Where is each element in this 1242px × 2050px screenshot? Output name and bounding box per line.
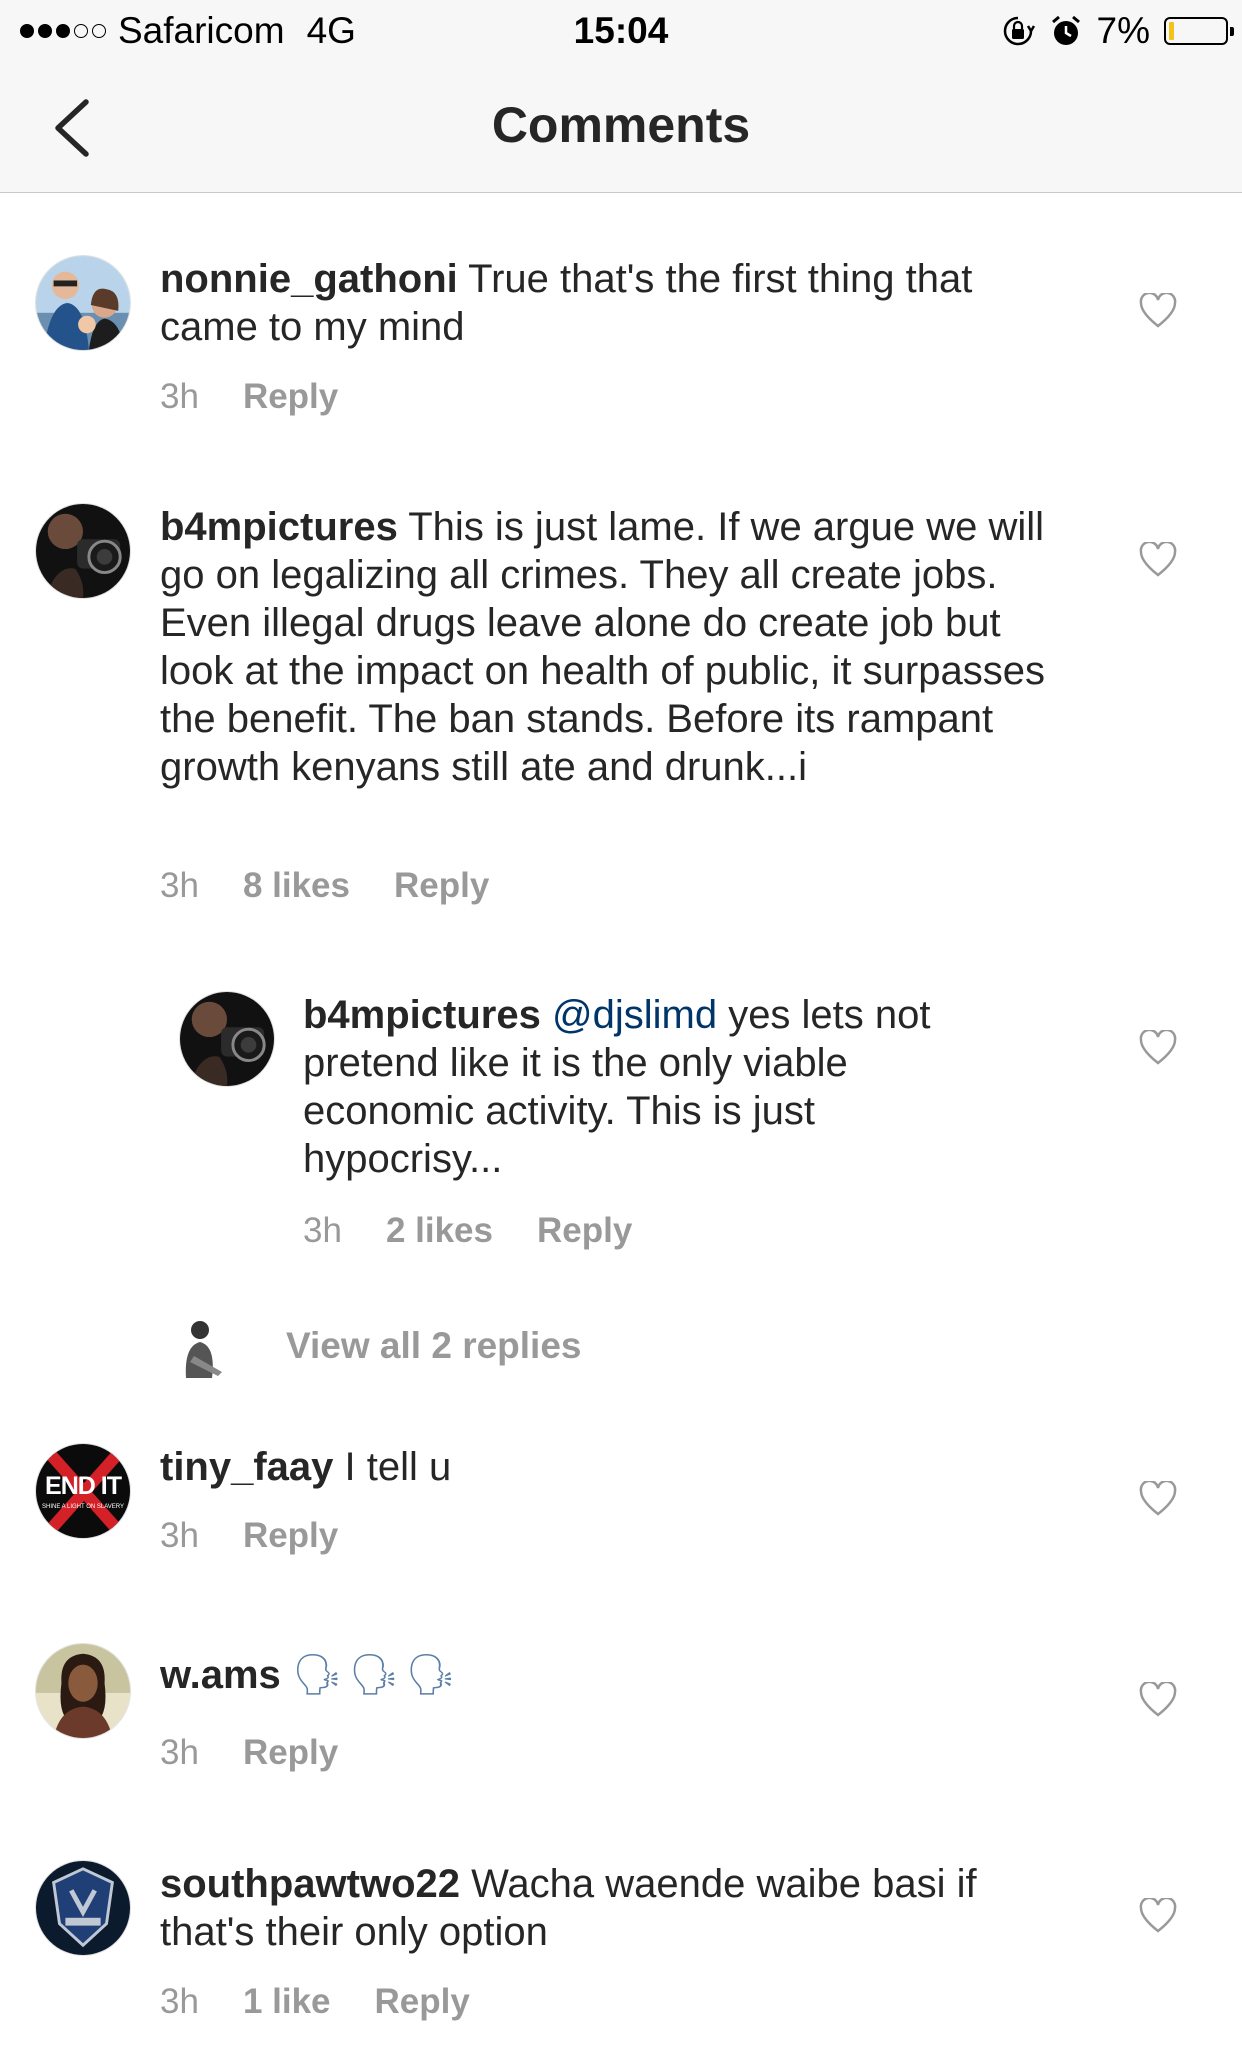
reply-button[interactable]: Reply [537, 1211, 632, 1251]
avatar[interactable] [179, 991, 275, 1087]
heart-icon[interactable] [1139, 542, 1177, 578]
comment-username[interactable]: b4mpictures [160, 505, 398, 549]
mention-link[interactable]: @djslimd [552, 993, 717, 1037]
page-title: Comments [491, 97, 751, 153]
nav-bar: Comments [0, 62, 1242, 193]
comment-time: 3h [160, 1733, 199, 1772]
comment-username[interactable]: southpawtwo22 [160, 1862, 460, 1906]
comment-time: 3h [160, 866, 199, 905]
comment-username[interactable]: tiny_faay [160, 1445, 333, 1489]
comment-time: 3h [160, 1982, 199, 2021]
comment-time: 3h [160, 377, 199, 416]
comment-time: 3h [303, 1211, 342, 1250]
likes-count[interactable]: 8 likes [243, 866, 350, 906]
heart-icon[interactable] [1139, 1682, 1177, 1718]
replier-avatar-icon [185, 1321, 222, 1378]
avatar[interactable] [35, 1860, 131, 1956]
avatar[interactable]: END IT SHINE A LIGHT ON SLAVERY [35, 1443, 131, 1539]
reply-button[interactable]: Reply [243, 1516, 338, 1556]
endit-logo-text: END IT [45, 1472, 122, 1500]
avatar[interactable] [35, 255, 131, 351]
comment-time: 3h [160, 1516, 199, 1555]
status-bar: Safaricom 4G 15:04 7% [0, 0, 1242, 62]
comment-username[interactable]: w.ams [160, 1653, 281, 1697]
heart-icon[interactable] [1139, 1898, 1177, 1934]
reply-button[interactable]: Reply [243, 377, 338, 417]
comment-text: I tell u [344, 1445, 452, 1489]
view-all-replies-link[interactable]: View all 2 replies [286, 1325, 582, 1367]
avatar[interactable] [35, 503, 131, 599]
heart-icon[interactable] [1139, 293, 1177, 329]
battery-percent: 7% [1096, 10, 1150, 51]
heart-icon[interactable] [1139, 1030, 1177, 1066]
reply-button[interactable]: Reply [394, 866, 489, 906]
comment-username[interactable]: nonnie_gathoni [160, 257, 458, 301]
alarm-icon [1051, 15, 1080, 45]
likes-count[interactable]: 2 likes [386, 1211, 493, 1251]
avatar[interactable] [35, 1643, 131, 1739]
heart-icon[interactable] [1139, 1481, 1177, 1517]
reply-button[interactable]: Reply [243, 1733, 338, 1773]
comment-username[interactable]: b4mpictures [303, 993, 541, 1037]
endit-logo-subtext: SHINE A LIGHT ON SLAVERY [41, 1504, 125, 1510]
orientation-lock-icon [1003, 16, 1035, 46]
likes-count[interactable]: 1 like [243, 1982, 331, 2022]
comment-text: 🗣🗣🗣 [291, 1653, 463, 1697]
battery-icon [1164, 17, 1234, 45]
reply-button[interactable]: Reply [375, 1982, 470, 2022]
